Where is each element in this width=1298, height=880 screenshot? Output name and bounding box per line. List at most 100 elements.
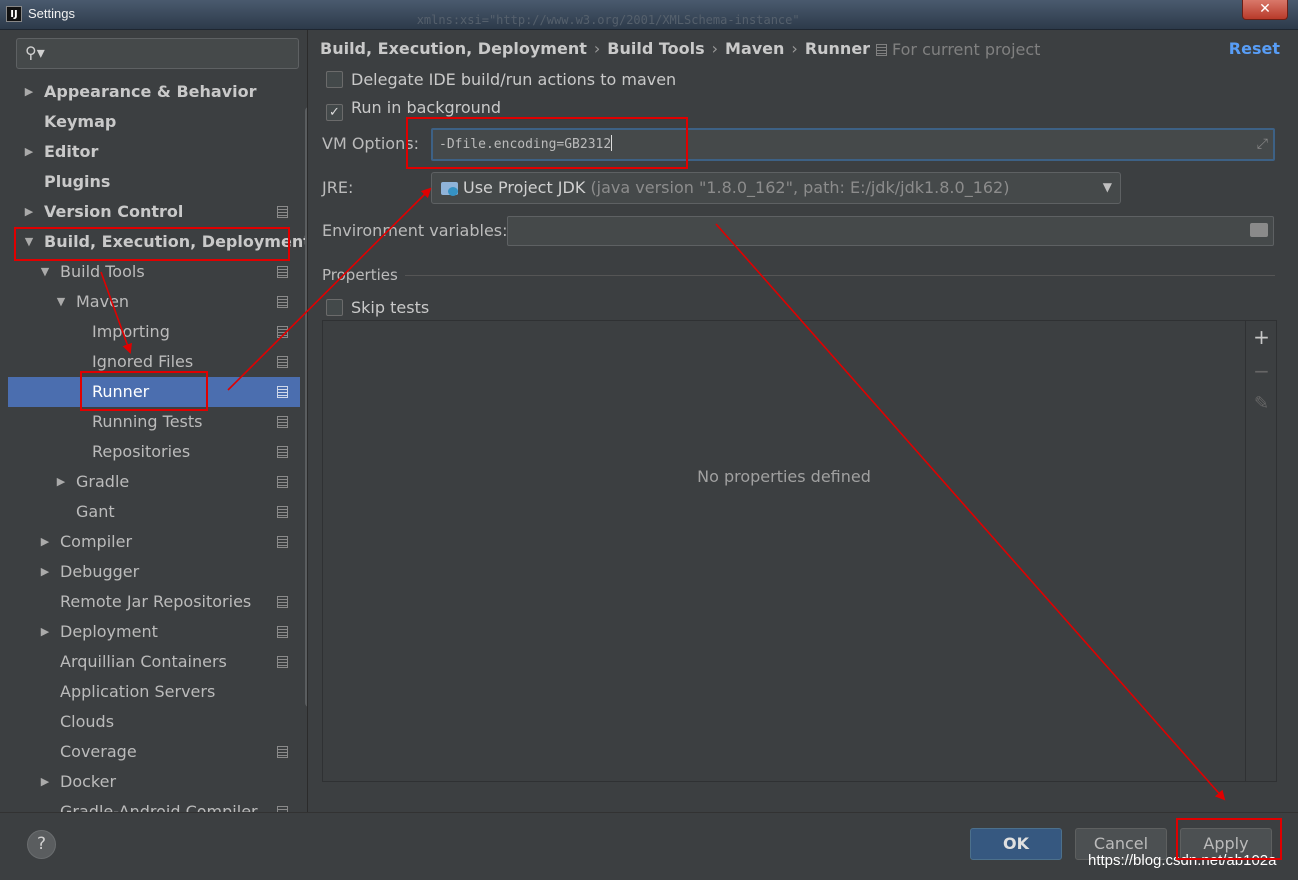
- expand-icon[interactable]: ⤢: [1257, 136, 1268, 152]
- jre-dropdown[interactable]: Use Project JDK (java version "1.8.0_162…: [431, 172, 1121, 204]
- sidebar-scrollbar[interactable]: [305, 107, 307, 707]
- project-scope-icon: [876, 44, 887, 56]
- tree-item-debugger[interactable]: ▶ Debugger: [8, 557, 300, 587]
- tree-item-version-control[interactable]: ▶ Version Control: [8, 197, 300, 227]
- tree-item-label: Arquillian Containers: [60, 652, 227, 671]
- properties-heading: Properties: [322, 266, 398, 284]
- close-window-button[interactable]: ✕: [1242, 0, 1288, 20]
- expanded-arrow-icon[interactable]: ▼: [38, 257, 52, 287]
- tree-item-clouds[interactable]: Clouds: [8, 707, 300, 737]
- project-scope-label: For current project: [892, 40, 1041, 59]
- run-in-background-row[interactable]: ✓ Run in background: [326, 97, 501, 121]
- project-scope-icon: [277, 206, 288, 218]
- delegate-checkbox-row[interactable]: Delegate IDE build/run actions to maven: [326, 69, 676, 91]
- tree-item-gant[interactable]: Gant: [8, 497, 300, 527]
- ok-button[interactable]: OK: [970, 828, 1062, 860]
- tree-item-label: Docker: [60, 772, 117, 791]
- project-scope-icon: [277, 266, 288, 278]
- tree-item-label: Build Tools: [60, 262, 145, 281]
- tree-item-label: Application Servers: [60, 682, 216, 701]
- tree-item-gradle-android-compiler[interactable]: Gradle-Android Compiler: [8, 797, 300, 812]
- tree-item-label: Coverage: [60, 742, 137, 761]
- breadcrumb-separator: ›: [593, 39, 601, 58]
- environment-variables-label: Environment variables:: [322, 221, 508, 240]
- collapsed-arrow-icon[interactable]: ▶: [22, 137, 36, 167]
- collapsed-arrow-icon[interactable]: ▶: [22, 77, 36, 107]
- run-in-background-checkbox[interactable]: ✓: [326, 104, 343, 121]
- tree-item-application-servers[interactable]: Application Servers: [8, 677, 300, 707]
- tree-item-label: Clouds: [60, 712, 115, 731]
- tree-item-label: Running Tests: [92, 412, 203, 431]
- tree-item-gradle[interactable]: ▶ Gradle: [8, 467, 300, 497]
- tree-item-label: Plugins: [44, 172, 111, 191]
- project-scope-icon: [277, 296, 288, 308]
- tree-item-maven[interactable]: ▼ Maven: [8, 287, 300, 317]
- tree-item-label: Maven: [76, 292, 130, 311]
- window-title-bar: IJ Settings xmlns:xsi="http://www.w3.org…: [0, 0, 1298, 30]
- project-scope-icon: [277, 416, 288, 428]
- tree-item-build-tools[interactable]: ▼ Build Tools: [8, 257, 300, 287]
- tree-item-label: Version Control: [44, 202, 184, 221]
- tree-item-importing[interactable]: Importing: [8, 317, 300, 347]
- annotation-box-build-execution: [14, 227, 290, 261]
- tree-item-label: Gradle: [76, 472, 130, 491]
- delegate-checkbox[interactable]: [326, 71, 343, 88]
- collapsed-arrow-icon[interactable]: ▶: [38, 767, 52, 797]
- breadcrumb: Build, Execution, Deployment › Build Tools…: [320, 39, 870, 58]
- project-scope-icon: [277, 506, 288, 518]
- annotation-box-runner: [80, 371, 208, 411]
- search-icon: ⚲▾: [25, 43, 45, 62]
- breadcrumb-item: Build Tools: [607, 39, 705, 58]
- tree-item-appearance-behavior[interactable]: ▶ Appearance & Behavior: [8, 77, 300, 107]
- collapsed-arrow-icon[interactable]: ▶: [38, 527, 52, 557]
- tree-item-deployment[interactable]: ▶ Deployment: [8, 617, 300, 647]
- project-scope-icon: [277, 476, 288, 488]
- add-property-button[interactable]: +: [1246, 325, 1277, 349]
- tree-item-label: Editor: [44, 142, 99, 161]
- tree-item-keymap[interactable]: Keymap: [8, 107, 300, 137]
- project-scope-icon: [277, 596, 288, 608]
- collapsed-arrow-icon[interactable]: ▶: [38, 617, 52, 647]
- tree-item-label: Appearance & Behavior: [44, 82, 257, 101]
- properties-table[interactable]: No properties defined + − ✎: [322, 320, 1277, 782]
- tree-item-repositories[interactable]: Repositories: [8, 437, 300, 467]
- remove-property-button[interactable]: −: [1246, 359, 1277, 383]
- skip-tests-row[interactable]: Skip tests: [326, 297, 429, 319]
- collapsed-arrow-icon[interactable]: ▶: [54, 467, 68, 497]
- tree-item-compiler[interactable]: ▶ Compiler: [8, 527, 300, 557]
- tree-item-docker[interactable]: ▶ Docker: [8, 767, 300, 797]
- edit-property-button[interactable]: ✎: [1246, 393, 1277, 414]
- collapsed-arrow-icon[interactable]: ▶: [38, 557, 52, 587]
- settings-sidebar: ⚲▾ ▶ Appearance & Behavior Keymap ▶ Editor Pl…: [8, 30, 308, 812]
- tree-item-plugins[interactable]: Plugins: [8, 167, 300, 197]
- collapsed-arrow-icon[interactable]: ▶: [22, 197, 36, 227]
- settings-search-field[interactable]: ⚲▾: [16, 38, 299, 69]
- tree-item-coverage[interactable]: Coverage: [8, 737, 300, 767]
- tree-item-editor[interactable]: ▶ Editor: [8, 137, 300, 167]
- annotation-box-apply: [1176, 818, 1282, 860]
- tree-item-arquillian-containers[interactable]: Arquillian Containers: [8, 647, 300, 677]
- skip-tests-checkbox[interactable]: [326, 299, 343, 316]
- jre-label: JRE:: [322, 178, 354, 197]
- jre-selected-value: Use Project JDK (java version "1.8.0_162…: [463, 178, 1009, 197]
- project-scope-icon: [277, 626, 288, 638]
- help-button[interactable]: ?: [27, 830, 56, 859]
- tree-item-label: Importing: [92, 322, 170, 341]
- chevron-down-icon[interactable]: ▼: [1103, 180, 1112, 194]
- breadcrumb-item: Build, Execution, Deployment: [320, 39, 587, 58]
- environment-variables-input[interactable]: [507, 216, 1274, 246]
- tree-item-label: Compiler: [60, 532, 133, 551]
- expanded-arrow-icon[interactable]: ▼: [54, 287, 68, 317]
- project-scope-icon: [277, 746, 288, 758]
- dialog-footer: ? OK Cancel Apply https://blog.csdn.net/…: [0, 812, 1298, 880]
- tree-item-remote-jar-repositories[interactable]: Remote Jar Repositories: [8, 587, 300, 617]
- tree-item-running-tests[interactable]: Running Tests: [8, 407, 300, 437]
- tree-item-label: Gradle-Android Compiler: [60, 802, 258, 812]
- tree-item-label: Keymap: [44, 112, 117, 131]
- breadcrumb-item: Maven: [725, 39, 785, 58]
- window-title: Settings: [28, 6, 75, 21]
- breadcrumb-separator: ›: [791, 39, 798, 58]
- folder-icon[interactable]: [1250, 223, 1268, 237]
- reset-link[interactable]: Reset: [1229, 39, 1280, 58]
- skip-tests-label: Skip tests: [351, 298, 430, 317]
